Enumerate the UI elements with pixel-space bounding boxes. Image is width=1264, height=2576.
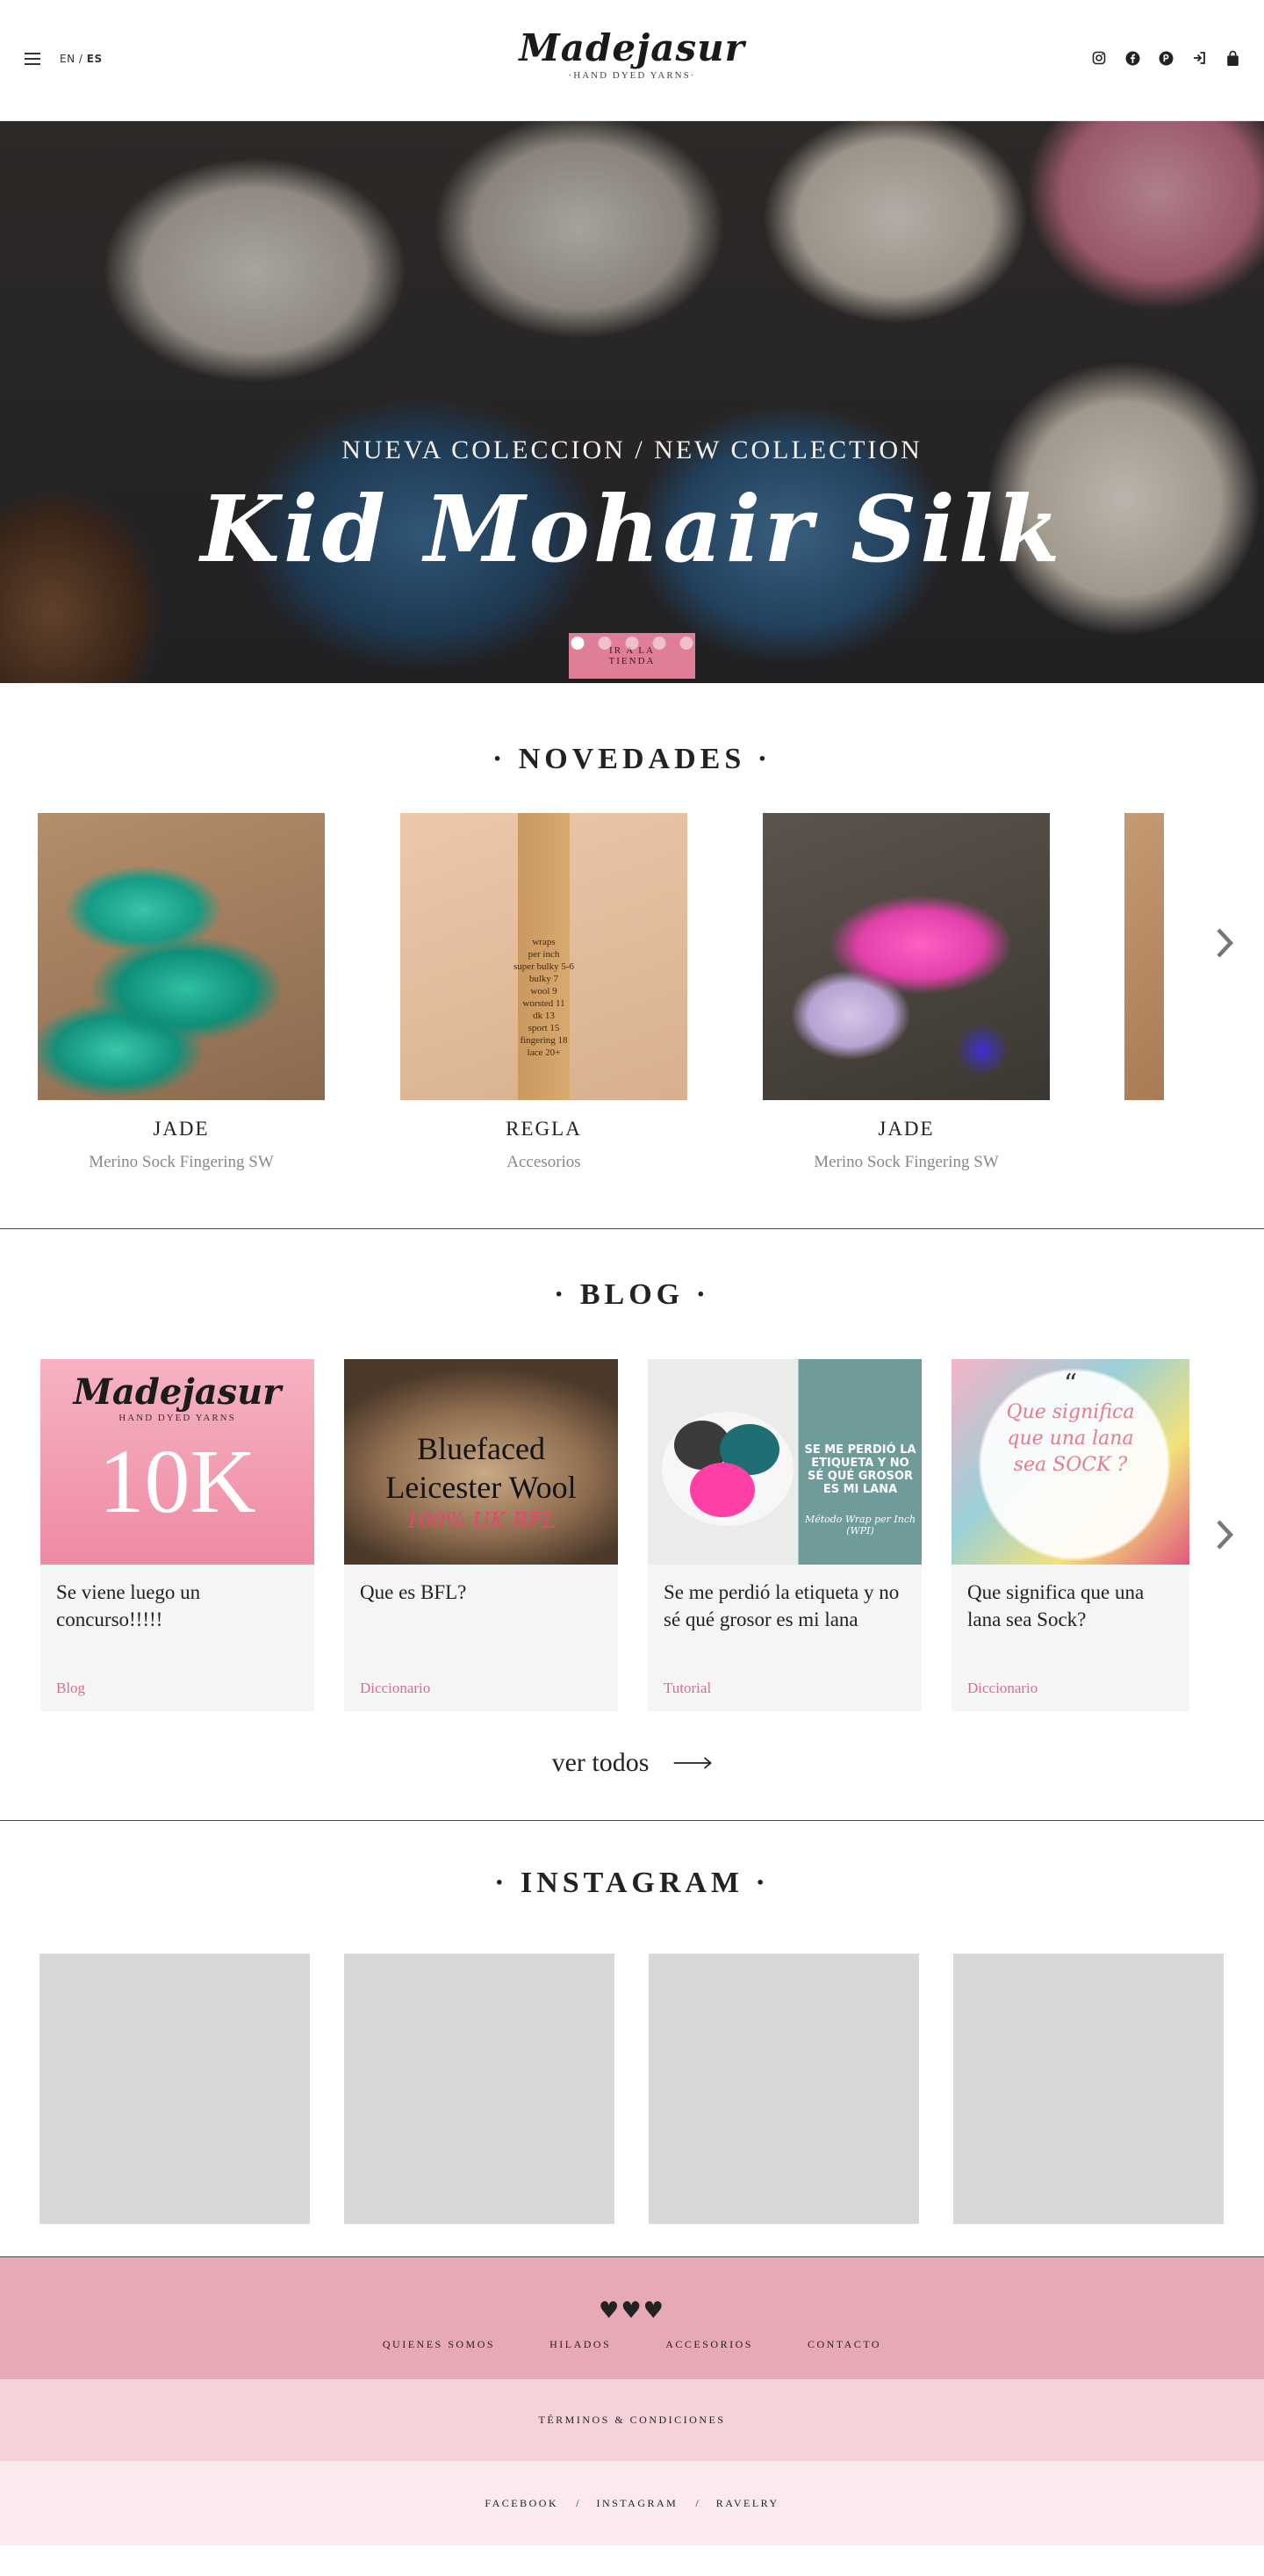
blog-post-title[interactable]: Que significa que una lana sea Sock? [952,1565,1189,1633]
slider-dot[interactable] [571,637,585,650]
product-card[interactable]: wraps per inch super bulky 5-6 bulky 7 w… [400,813,687,1172]
slider-dot[interactable] [652,637,666,650]
footer-social-bar: FACEBOOK / INSTAGRAM / RAVELRY [0,2461,1264,2545]
blog-post-image[interactable]: Bluefaced Leicester Wool 100% UK BFL [344,1359,618,1565]
arrow-right-icon [673,1757,712,1769]
post-image-subline: 100% UK BFL [405,1508,557,1533]
blog-post-card[interactable]: “ Que significa que una lana sea SOCK ? … [952,1359,1189,1711]
language-switcher: EN / ES [60,53,103,65]
product-image[interactable] [38,813,325,1100]
post-image-headline: Que significa que una lana sea SOCK ? [1006,1401,1135,1476]
yarn-ball [690,1463,755,1517]
footer-logo-icon[interactable]: ♥♥♥ [599,2298,665,2324]
product-category: Accesorios [506,1153,581,1171]
logo-tagline: ·HAND DYED YARNS· [568,70,696,81]
footer-link-ravelry[interactable]: RAVELRY [716,2497,779,2510]
post-image-headline: 10K [98,1431,256,1532]
ruler-label: wraps per inch super bulky 5-6 bulky 7 w… [513,937,575,1058]
post-image-logo: Madejasur [73,1371,282,1413]
blog-post-category[interactable]: Diccionario [360,1680,430,1697]
blog-post-card[interactable]: Madejasur HAND DYED YARNS 10K Se viene l… [40,1359,314,1711]
slider-dot[interactable] [598,637,612,650]
menu-icon[interactable] [25,53,40,65]
blog-post-image[interactable]: “ Que significa que una lana sea SOCK ? [952,1359,1189,1565]
blog-post-card[interactable]: Bluefaced Leicester Wool 100% UK BFL Que … [344,1359,618,1711]
lang-es-link[interactable]: ES [87,53,103,65]
product-card[interactable]: JADE Merino Sock Fingering SW [763,813,1050,1172]
post-image-headline: SE ME PERDIÓ LA ETIQUETA Y NO SÉ QUÉ GRO… [804,1443,916,1496]
post-image-headline: Bluefaced Leicester Wool [385,1431,577,1505]
product-category: Merino Sock Fingering SW [814,1153,999,1171]
site-header: EN / ES Madejasur ·HAND DYED YARNS· [0,0,1264,121]
slider-dot[interactable] [679,637,693,650]
blog-post-image[interactable]: SE ME PERDIÓ LA ETIQUETA Y NO SÉ QUÉ GRO… [648,1359,922,1565]
slider-dots [571,637,693,650]
carousel-next-icon[interactable] [1215,927,1234,968]
slider-dot[interactable] [625,637,639,650]
product-carousel: JADE Merino Sock Fingering SW wraps per … [38,813,1050,1172]
footer-link-yarns[interactable]: HILADOS [522,2338,638,2351]
logo-name: Madejasur [519,26,745,69]
lang-separator: / [78,53,83,65]
quote-icon: “ [1063,1369,1078,1400]
blog-section: · BLOG · Madejasur HAND DYED YARNS 10K S… [0,1229,1264,1821]
footer-separator: / [576,2496,579,2509]
footer-link-facebook[interactable]: FACEBOOK [485,2497,558,2510]
product-name[interactable]: REGLA [400,1118,687,1140]
instagram-post[interactable] [649,1954,919,2224]
blog-post-category[interactable]: Diccionario [967,1680,1038,1697]
section-title-blog: · BLOG · [554,1278,710,1311]
instagram-section: · INSTAGRAM · [0,1821,1264,2257]
header-icons [1090,49,1241,67]
product-image[interactable]: wraps per inch super bulky 5-6 bulky 7 w… [400,813,687,1100]
footer-nav-bar: ♥♥♥ QUIENES SOMOS HILADOS ACCESORIOS CON… [0,2257,1264,2379]
view-all-label[interactable]: ver todos [552,1748,650,1778]
section-title-instagram: · INSTAGRAM · [494,1867,770,1899]
instagram-post[interactable] [953,1954,1224,2224]
instagram-post[interactable] [344,1954,614,2224]
ravelry-icon[interactable] [1157,49,1174,67]
blog-post-title[interactable]: Se viene luego un concurso!!!!! [40,1565,314,1633]
cart-icon[interactable] [1224,49,1241,67]
new-products-section: · NOVEDADES · JADE Merino Sock Fingering… [0,683,1264,1229]
site-footer: ♥♥♥ QUIENES SOMOS HILADOS ACCESORIOS CON… [0,2257,1264,2545]
blog-post-card[interactable]: SE ME PERDIÓ LA ETIQUETA Y NO SÉ QUÉ GRO… [648,1359,922,1711]
hero-title: Kid Mohair Silk [200,475,1064,583]
footer-nav: QUIENES SOMOS HILADOS ACCESORIOS CONTACT… [0,2338,1264,2351]
lang-en-link[interactable]: EN [60,53,75,65]
product-card[interactable]: JADE Merino Sock Fingering SW [38,813,325,1172]
product-name[interactable]: JADE [763,1118,1050,1140]
footer-link-about[interactable]: QUIENES SOMOS [356,2338,522,2351]
footer-link-contact[interactable]: CONTACTO [780,2338,908,2351]
view-all-link[interactable]: ver todos [552,1748,713,1778]
instagram-icon[interactable] [1090,49,1108,67]
instagram-grid [40,1954,1224,2224]
product-card-partial[interactable] [1124,813,1164,1100]
blog-carousel: Madejasur HAND DYED YARNS 10K Se viene l… [40,1359,1189,1711]
hero-kicker: NUEVA COLECCION / NEW COLLECTION [341,435,923,464]
footer-link-accessories[interactable]: ACCESORIOS [638,2338,780,2351]
site-logo[interactable]: Madejasur ·HAND DYED YARNS· [519,26,745,82]
section-title-novedades: · NOVEDADES · [492,743,772,775]
footer-link-terms[interactable]: TÉRMINOS & CONDICIONES [538,2414,725,2427]
login-icon[interactable] [1190,49,1208,67]
post-image-tagline: HAND DYED YARNS [118,1413,236,1423]
footer-separator: / [695,2496,699,2509]
instagram-post[interactable] [40,1954,310,2224]
footer-link-instagram[interactable]: INSTAGRAM [596,2497,678,2510]
product-image[interactable] [763,813,1050,1100]
footer-terms-bar: TÉRMINOS & CONDICIONES [0,2379,1264,2461]
carousel-next-icon[interactable] [1215,1519,1234,1559]
product-name[interactable]: JADE [38,1118,325,1140]
product-category: Merino Sock Fingering SW [89,1153,274,1171]
hero-slider: NUEVA COLECCION / NEW COLLECTION Kid Moh… [0,121,1264,683]
blog-post-category[interactable]: Tutorial [664,1680,711,1697]
blog-post-title[interactable]: Se me perdió la etiqueta y no sé qué gro… [648,1565,922,1633]
post-image-subline: Método Wrap per Inch (WPI) [804,1514,916,1536]
blog-post-title[interactable]: Que es BFL? [344,1565,618,1606]
blog-post-image[interactable]: Madejasur HAND DYED YARNS 10K [40,1359,314,1565]
facebook-icon[interactable] [1124,49,1141,67]
blog-post-category[interactable]: Blog [56,1680,85,1697]
